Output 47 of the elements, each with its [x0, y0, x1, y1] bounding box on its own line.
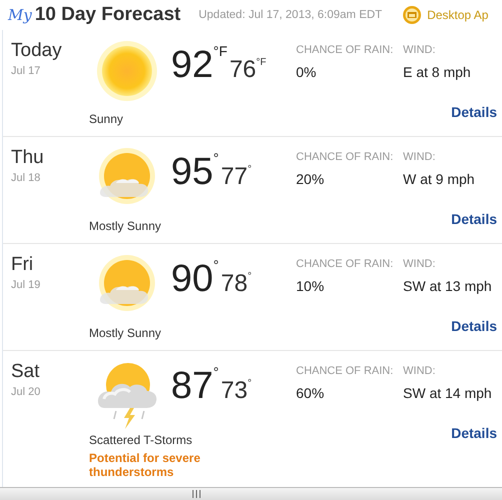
condition-text: Mostly Sunny — [89, 219, 162, 233]
wind-label: WIND: — [403, 151, 436, 163]
rain-chance: 10% — [296, 278, 326, 294]
low-temperature: 73$^{°}$ — [220, 379, 252, 403]
grip-icon — [192, 490, 200, 498]
wind-value: SW at 14 mph — [403, 385, 493, 401]
low-temperature: 77$^{°}$ — [220, 165, 252, 189]
day-name: Thu — [11, 147, 45, 169]
page-title: 10 Day Forecast — [34, 4, 181, 26]
sun-icon — [96, 40, 158, 102]
updated-time: Updated: Jul 17, 2013, 6:09am EDT — [198, 9, 382, 21]
rain-label: CHANCE OF RAIN: — [296, 258, 394, 270]
wind-label: WIND: — [403, 44, 436, 56]
rain-label: CHANCE OF RAIN: — [296, 151, 394, 163]
rain-chance: 60% — [296, 385, 326, 401]
horizontal-scrollbar[interactable] — [0, 487, 502, 500]
high-temperature: 87$^{°}$ — [171, 367, 219, 405]
high-temperature: 95$^{°}$ — [171, 153, 219, 191]
logo-text: My — [8, 6, 32, 24]
details-link[interactable]: Details — [451, 104, 497, 120]
day-name: Sat — [11, 361, 41, 383]
wind-value: SW at 13 mph — [403, 278, 493, 294]
app-icon — [402, 5, 422, 25]
wind-value: E at 8 mph — [403, 64, 472, 80]
wind-label: WIND: — [403, 258, 436, 270]
day-date: Jul 18 — [11, 172, 42, 184]
high-temperature: 92$^{°F}$ — [171, 46, 228, 84]
wind-value: W at 9 mph — [403, 171, 476, 187]
rain-chance: 0% — [296, 64, 318, 80]
day-name: Today — [11, 40, 63, 62]
day-date: Jul 20 — [11, 386, 42, 398]
rain-label: CHANCE OF RAIN: — [296, 44, 394, 56]
day-date: Jul 19 — [11, 279, 42, 291]
condition-text: Scattered T-Storms — [89, 433, 194, 447]
details-link[interactable]: Details — [451, 211, 497, 227]
low-temperature: 78$^{°}$ — [220, 272, 252, 296]
rain-label: CHANCE OF RAIN: — [296, 365, 394, 377]
day-name: Fri — [11, 254, 34, 276]
details-link[interactable]: Details — [451, 425, 497, 441]
day-date: Jul 17 — [11, 65, 42, 77]
condition-text: Sunny — [89, 112, 124, 126]
high-temperature: 90$^{°}$ — [171, 260, 219, 298]
condition-text: Mostly Sunny — [89, 326, 162, 340]
rain-chance: 20% — [296, 171, 326, 187]
wind-label: WIND: — [403, 365, 436, 377]
details-link[interactable]: Details — [451, 318, 497, 334]
low-temperature: 76$^{°F}$ — [229, 58, 266, 82]
